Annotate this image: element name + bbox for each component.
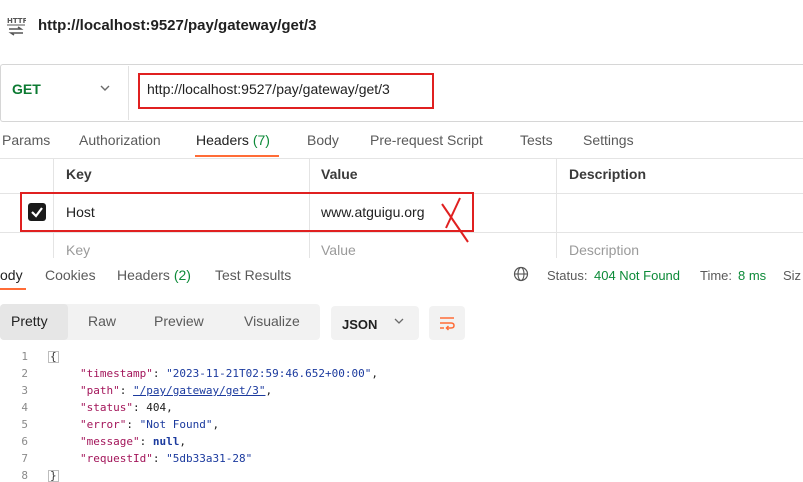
tab-tests[interactable]: Tests	[520, 132, 553, 148]
line-number: 3	[21, 384, 28, 397]
tab-authorization[interactable]: Authorization	[79, 132, 161, 148]
response-tab-body[interactable]: ody	[0, 267, 23, 283]
http-icon: HTTP	[6, 15, 28, 37]
time-label: Time:	[700, 268, 733, 283]
column-header-value: Value	[321, 166, 358, 182]
language-label: JSON	[342, 317, 378, 332]
cross-mark-icon	[438, 194, 474, 244]
chevron-down-icon[interactable]	[98, 80, 112, 96]
table-divider	[556, 158, 557, 258]
response-tab-headers-label: Headers	[117, 267, 170, 283]
json-key: "status"	[80, 401, 133, 414]
tab-pre-request-script[interactable]: Pre-request Script	[370, 132, 483, 148]
tab-body[interactable]: Body	[307, 132, 339, 148]
json-null: null	[152, 435, 180, 448]
json-string: "5db33a31-28"	[166, 452, 253, 465]
header-highlight-box	[20, 192, 474, 232]
json-key: "requestId"	[80, 452, 153, 465]
url-highlight-box	[138, 73, 434, 109]
response-tab-test-results[interactable]: Test Results	[215, 267, 291, 283]
json-string: "Not Found"	[139, 418, 213, 431]
format-raw-button[interactable]: Raw	[88, 313, 116, 329]
code-line: "timestamp": "2023-11-21T02:59:46.652+00…	[80, 367, 379, 380]
line-number: 5	[21, 418, 28, 431]
svg-text:HTTP: HTTP	[7, 17, 26, 25]
tab-headers-count: (7)	[252, 132, 270, 148]
json-link[interactable]: "/pay/gateway/get/3"	[133, 384, 265, 397]
json-key: "error"	[80, 418, 127, 431]
tab-params[interactable]: Params	[2, 132, 50, 148]
json-string: "2023-11-21T02:59:46.652+00:00"	[166, 367, 372, 380]
key-placeholder[interactable]: Key	[66, 242, 90, 258]
status-value[interactable]: 404 Not Found	[594, 268, 680, 283]
code-line: "status": 404,	[80, 401, 173, 414]
response-tab-headers[interactable]: Headers (2)	[117, 267, 191, 283]
tab-settings[interactable]: Settings	[583, 132, 634, 148]
json-key: "path"	[80, 384, 120, 397]
page-title: http://localhost:9527/pay/gateway/get/3	[38, 17, 317, 34]
chevron-down-icon	[393, 315, 405, 330]
column-header-description: Description	[569, 166, 647, 182]
size-label: Siz	[783, 268, 802, 283]
table-top-border	[0, 158, 803, 159]
globe-icon[interactable]	[513, 266, 529, 282]
format-preview-button[interactable]: Preview	[154, 313, 204, 329]
line-number: 8	[21, 469, 28, 482]
response-tab-cookies[interactable]: Cookies	[45, 267, 96, 283]
method-select[interactable]: GET	[12, 81, 41, 97]
tab-headers[interactable]: Headers (7)	[196, 132, 270, 148]
line-number: 4	[21, 401, 28, 414]
response-tab-headers-count: (2)	[173, 267, 191, 283]
json-key: "timestamp"	[80, 367, 153, 380]
line-number: 2	[21, 367, 28, 380]
json-key: "message"	[80, 435, 140, 448]
code-line: {	[48, 350, 59, 363]
wrap-lines-icon	[439, 315, 455, 331]
code-line: "path": "/pay/gateway/get/3",	[80, 384, 273, 397]
json-close-brace: }	[48, 469, 59, 482]
status-label: Status:	[547, 268, 588, 283]
format-pretty-button[interactable]: Pretty	[11, 313, 48, 329]
json-open-brace: {	[48, 350, 59, 363]
description-placeholder[interactable]: Description	[569, 242, 639, 258]
json-number: 404	[146, 401, 167, 414]
code-line: }	[48, 469, 59, 482]
value-placeholder[interactable]: Value	[321, 242, 356, 258]
line-number: 7	[21, 452, 28, 465]
active-response-tab-indicator	[0, 288, 26, 290]
code-line: "requestId": "5db33a31-28"	[80, 452, 253, 465]
column-header-key: Key	[66, 166, 92, 182]
code-line: "message": null,	[80, 435, 186, 448]
time-value[interactable]: 8 ms	[738, 268, 766, 283]
divider	[128, 66, 129, 120]
line-number: 6	[21, 435, 28, 448]
code-line: "error": "Not Found",	[80, 418, 220, 431]
active-tab-indicator	[195, 155, 279, 157]
tab-headers-label: Headers	[196, 132, 249, 148]
table-divider	[0, 232, 803, 233]
line-number: 1	[21, 350, 28, 363]
format-visualize-button[interactable]: Visualize	[244, 313, 300, 329]
